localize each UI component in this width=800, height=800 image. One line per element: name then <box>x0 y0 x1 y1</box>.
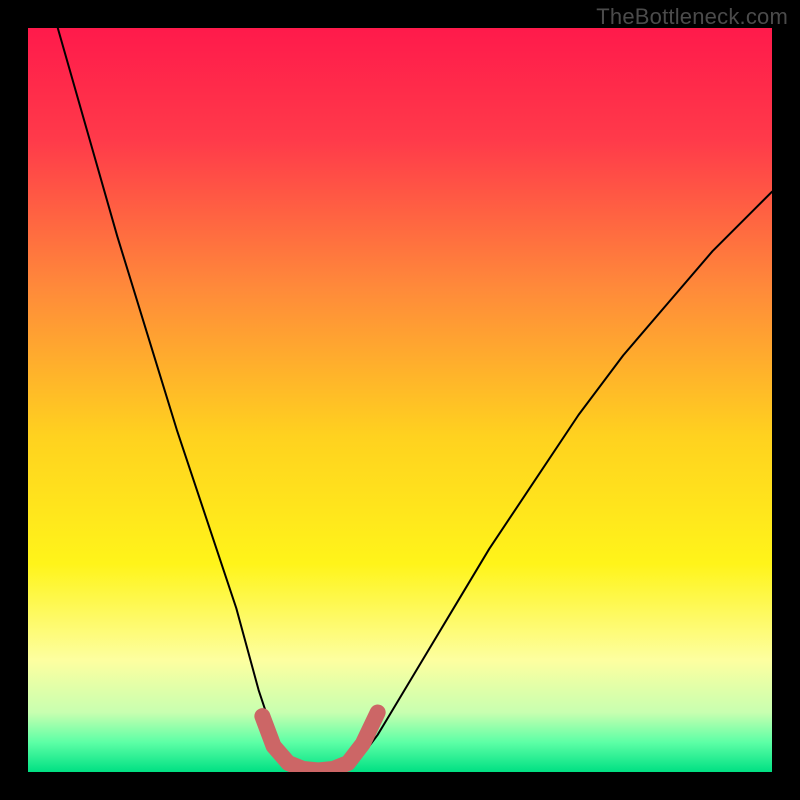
watermark-text: TheBottleneck.com <box>596 4 788 30</box>
gradient-background <box>28 28 772 772</box>
chart-plot-area <box>28 28 772 772</box>
chart-frame: TheBottleneck.com <box>0 0 800 800</box>
chart-svg <box>28 28 772 772</box>
